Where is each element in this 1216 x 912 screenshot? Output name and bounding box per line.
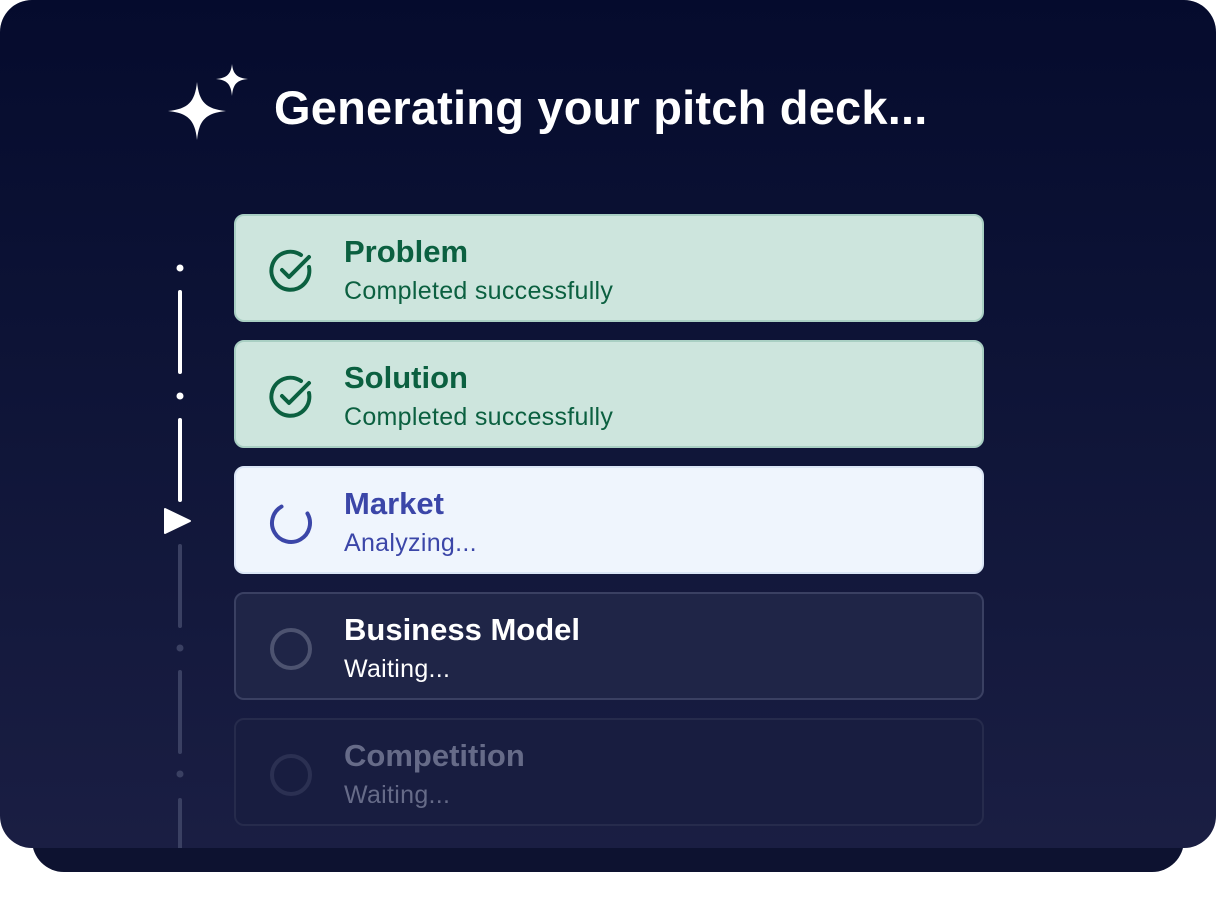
empty-circle-icon (268, 626, 314, 672)
step-competition: Competition Waiting... (234, 718, 984, 826)
step-name: Problem (344, 234, 469, 269)
step-status: Waiting... (344, 655, 451, 683)
header: Generating your pitch deck... (164, 62, 928, 152)
progress-timeline (150, 200, 210, 848)
step-name: Competition (344, 738, 525, 773)
spinner-icon (268, 500, 314, 546)
step-status: Analyzing... (344, 529, 477, 557)
step-problem: Problem Completed successfully (234, 214, 984, 322)
page-title: Generating your pitch deck... (274, 80, 928, 134)
step-status: Completed successfully (344, 277, 614, 305)
check-circle-icon (268, 248, 314, 294)
step-name: Solution (344, 360, 468, 395)
step-solution: Solution Completed successfully (234, 340, 984, 448)
check-circle-icon (268, 374, 314, 420)
step-market: Market Analyzing... (234, 466, 984, 574)
step-name: Business Model (344, 612, 580, 647)
sparkle-icon (164, 62, 254, 152)
step-list: Problem Completed successfully Solution … (234, 214, 984, 844)
empty-circle-icon (268, 752, 314, 798)
step-name: Market (344, 486, 444, 521)
progress-panel: Generating your pitch deck... Problem Co… (0, 0, 1216, 848)
step-status: Waiting... (344, 781, 451, 809)
step-business-model: Business Model Waiting... (234, 592, 984, 700)
step-status: Completed successfully (344, 403, 614, 431)
